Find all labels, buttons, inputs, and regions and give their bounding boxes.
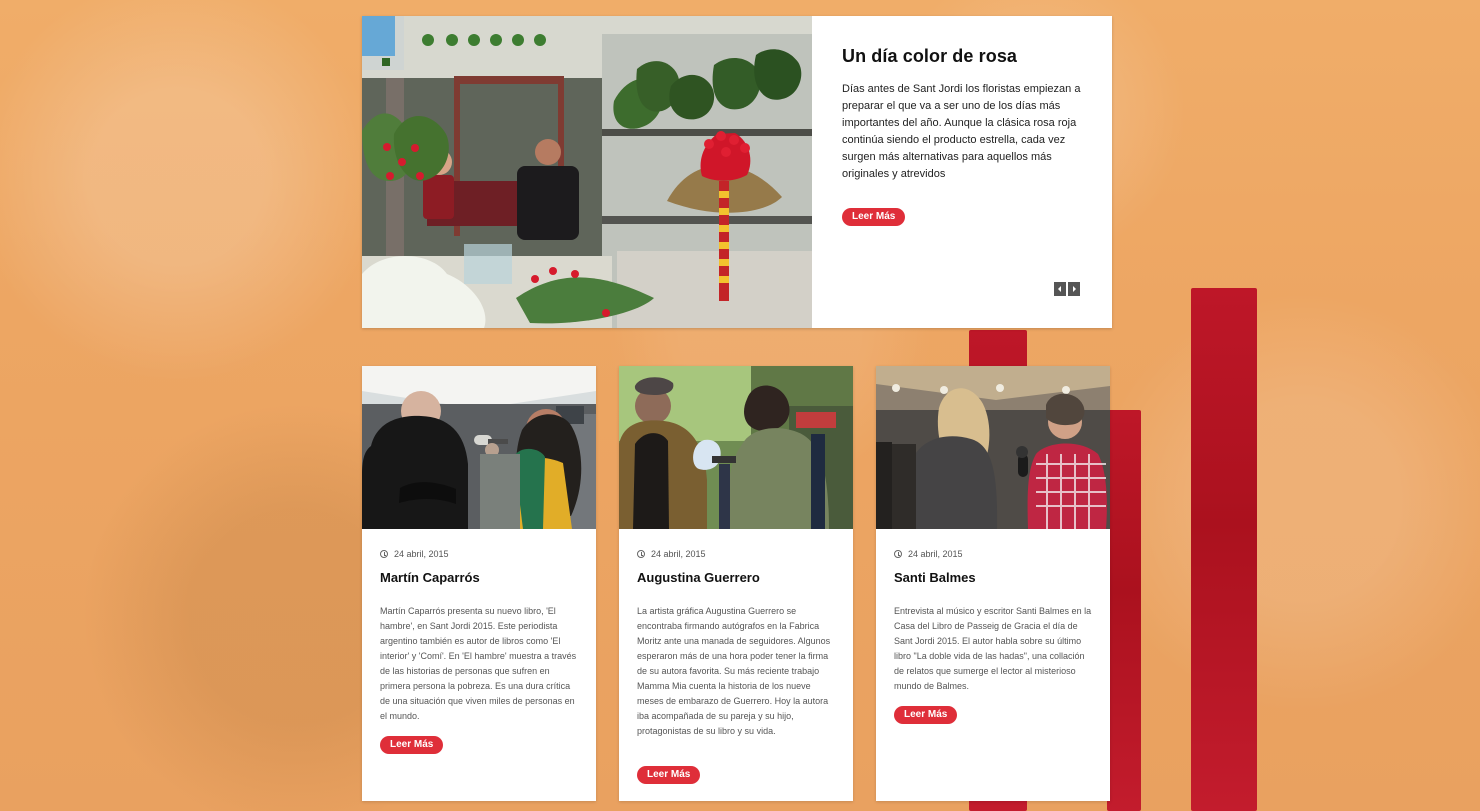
article-date: 24 abril, 2015 xyxy=(637,549,706,559)
article-excerpt: Martín Caparrós presenta su nuevo libro,… xyxy=(380,606,577,721)
chevron-right-icon xyxy=(1073,286,1076,292)
carousel-prev-button[interactable] xyxy=(1054,282,1066,296)
featured-article-card: Un día color de rosa Días antes de Sant … xyxy=(362,16,1112,328)
carousel-navigation xyxy=(1054,282,1080,296)
article-card-santi-balmes: 24 abril, 2015 Santi Balmes Entrevista a… xyxy=(876,366,1110,801)
clock-icon xyxy=(894,550,902,558)
featured-article-content: Un día color de rosa Días antes de Sant … xyxy=(842,46,1082,183)
read-more-button[interactable]: Leer Más xyxy=(894,706,958,724)
featured-read-more-button[interactable]: Leer Más xyxy=(842,208,906,226)
article-date-text: 24 abril, 2015 xyxy=(394,549,449,559)
featured-article-description: Días antes de Sant Jordi los floristas e… xyxy=(842,83,1081,180)
article-excerpt: La artista gráfica Augustina Guerrero se… xyxy=(637,606,831,736)
carousel-next-button[interactable] xyxy=(1068,282,1080,296)
read-more-button[interactable]: Leer Más xyxy=(380,736,444,754)
article-date-text: 24 abril, 2015 xyxy=(908,549,963,559)
article-image-santi-balmes xyxy=(876,366,1110,529)
featured-article-image xyxy=(362,16,812,328)
chevron-left-icon xyxy=(1058,286,1061,292)
article-title: Martín Caparrós xyxy=(380,570,480,585)
article-date: 24 abril, 2015 xyxy=(380,549,449,559)
article-excerpt: Entrevista al músico y escritor Santi Ba… xyxy=(894,606,1092,691)
read-more-button[interactable]: Leer Más xyxy=(637,766,701,784)
featured-article-title: Un día color de rosa xyxy=(842,46,1018,66)
article-date-text: 24 abril, 2015 xyxy=(651,549,706,559)
article-title: Augustina Guerrero xyxy=(637,570,760,585)
decorative-red-stripe-middle xyxy=(1107,410,1141,811)
article-date: 24 abril, 2015 xyxy=(894,549,963,559)
article-card-martin-caparros: 24 abril, 2015 Martín Caparrós Martín Ca… xyxy=(362,366,596,801)
decorative-red-stripe-right xyxy=(1191,288,1257,811)
clock-icon xyxy=(380,550,388,558)
article-image-augustina-guerrero xyxy=(619,366,853,529)
article-card-augustina-guerrero: 24 abril, 2015 Augustina Guerrero La art… xyxy=(619,366,853,801)
article-title: Santi Balmes xyxy=(894,570,976,585)
clock-icon xyxy=(637,550,645,558)
article-image-martin-caparros xyxy=(362,366,596,529)
